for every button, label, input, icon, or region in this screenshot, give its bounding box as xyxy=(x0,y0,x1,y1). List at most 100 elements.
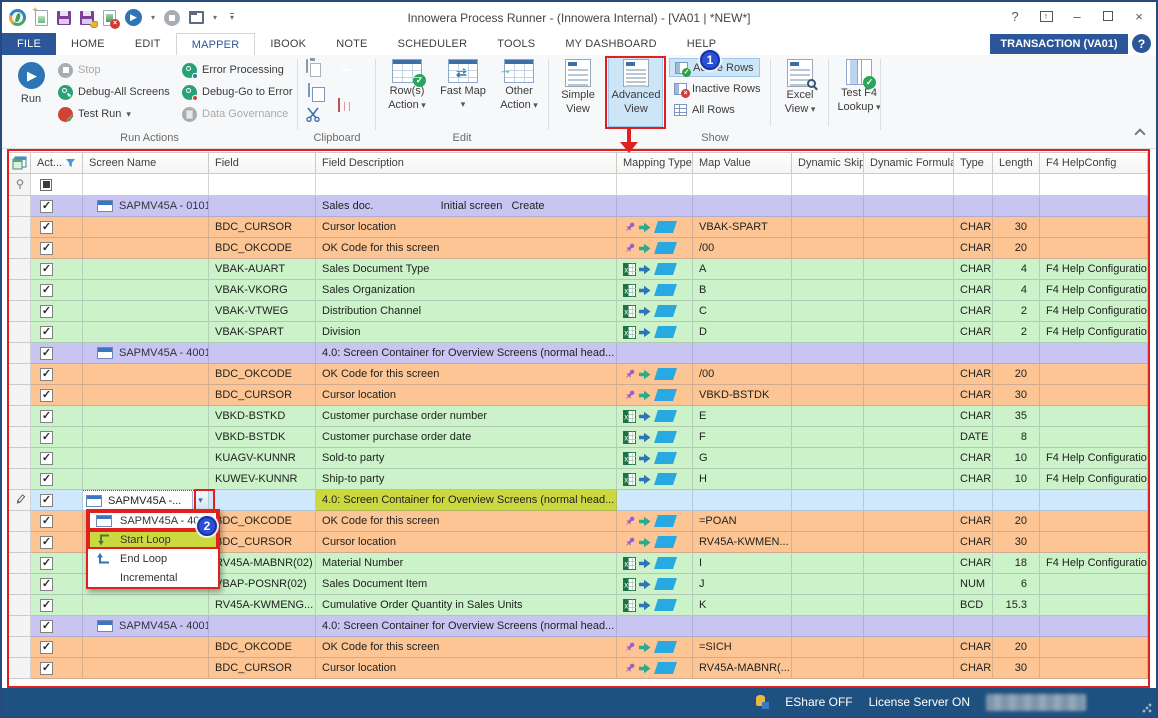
dynamic-formula-cell[interactable] xyxy=(864,574,954,595)
mapping-type-cell[interactable]: x xyxy=(617,364,693,385)
f4-helpconfig-cell[interactable] xyxy=(1040,427,1148,448)
fast-map-caret[interactable]: ▾ xyxy=(461,99,466,109)
dynamic-skip-cell[interactable] xyxy=(792,427,864,448)
active-cell[interactable] xyxy=(31,490,83,511)
screen-name-cell[interactable] xyxy=(83,364,209,385)
dynamic-skip-cell[interactable] xyxy=(792,217,864,238)
dynamic-skip-cell[interactable] xyxy=(792,532,864,553)
f4-helpconfig-cell[interactable] xyxy=(1040,637,1148,658)
field-description-cell[interactable]: Cursor location xyxy=(316,385,617,406)
table-row[interactable]: VBAK-AUART Sales Document Type x A CHAR … xyxy=(8,259,1148,280)
ribbon-tab[interactable]: FILE xyxy=(2,33,56,55)
dynamic-skip-cell[interactable] xyxy=(792,343,864,364)
map-value-cell[interactable]: VBKD-BSTDK xyxy=(693,385,792,406)
map-value-cell[interactable]: RV45A-MABNR(... xyxy=(693,658,792,679)
mapping-type-cell[interactable]: x xyxy=(617,511,693,532)
new-window-caret[interactable]: ▾ xyxy=(213,13,217,22)
table-row[interactable]: VBAK-SPART Division x D CHAR 2 F4 Help C… xyxy=(8,322,1148,343)
dynamic-skip-cell[interactable] xyxy=(792,238,864,259)
map-value-cell[interactable]: =POAN xyxy=(693,511,792,532)
column-header-field-description[interactable]: Field Description xyxy=(316,152,617,174)
table-row[interactable]: KUAGV-KUNNR Sold-to party x G CHAR 10 F4… xyxy=(8,448,1148,469)
active-cell[interactable] xyxy=(31,385,83,406)
rows-action-button[interactable]: ✓ Row(s) Action xyxy=(380,55,434,111)
table-row[interactable]: KUWEV-KUNNR Ship-to party x H CHAR 10 F4… xyxy=(8,469,1148,490)
row-checkbox[interactable] xyxy=(40,515,53,528)
test-run-button[interactable]: ✓ Test Run ▾ xyxy=(58,104,131,124)
map-value-cell[interactable]: /00 xyxy=(693,238,792,259)
table-row[interactable]: BDC_OKCODE OK Code for this screen x =SI… xyxy=(8,637,1148,658)
dynamic-formula-cell[interactable] xyxy=(864,553,954,574)
active-cell[interactable] xyxy=(31,637,83,658)
ribbon-tab[interactable]: IBOOK xyxy=(255,33,321,55)
screen-name-cell[interactable] xyxy=(83,637,209,658)
map-value-cell[interactable]: K xyxy=(693,595,792,616)
run-dropdown-caret[interactable]: ▾ xyxy=(151,13,155,22)
other-action-button[interactable]: → Other Action xyxy=(492,55,546,111)
dynamic-skip-cell[interactable] xyxy=(792,637,864,658)
active-cell[interactable] xyxy=(31,301,83,322)
screen-name-cell[interactable] xyxy=(83,469,209,490)
table-row[interactable]: SAPMV45A - 4001 4.0: Screen Container fo… xyxy=(8,343,1148,364)
map-value-cell[interactable] xyxy=(693,616,792,637)
f4-helpconfig-cell[interactable] xyxy=(1040,595,1148,616)
active-cell[interactable] xyxy=(31,595,83,616)
row-checkbox[interactable] xyxy=(40,557,53,570)
ribbon-tab[interactable]: EDIT xyxy=(120,33,176,55)
active-cell[interactable] xyxy=(31,448,83,469)
mapping-type-cell[interactable]: x xyxy=(617,574,693,595)
simple-view-button[interactable]: Simple View xyxy=(552,55,604,115)
f4-helpconfig-cell[interactable]: F4 Help Configuration xyxy=(1040,259,1148,280)
column-header-dynamic-skip[interactable]: Dynamic Skip xyxy=(792,152,864,174)
save-as-icon[interactable] xyxy=(80,11,94,25)
row-checkbox[interactable] xyxy=(40,326,53,339)
combo-dropdown-button[interactable] xyxy=(192,491,208,510)
screen-name-cell[interactable] xyxy=(83,259,209,280)
field-cell[interactable]: KUWEV-KUNNR xyxy=(209,469,316,490)
screen-name-cell[interactable]: SAPMV45A -... xyxy=(83,490,209,511)
f4-helpconfig-cell[interactable]: F4 Help Configuration xyxy=(1040,322,1148,343)
row-checkbox[interactable] xyxy=(40,284,53,297)
column-header-map-value[interactable]: Map Value xyxy=(693,152,792,174)
field-cell[interactable]: BDC_OKCODE xyxy=(209,364,316,385)
mapping-type-cell[interactable]: x xyxy=(617,469,693,490)
row-checkbox[interactable] xyxy=(40,620,53,633)
map-value-cell[interactable]: VBAK-SPART xyxy=(693,217,792,238)
dynamic-formula-cell[interactable] xyxy=(864,196,954,217)
new-document-icon[interactable] xyxy=(35,10,48,26)
field-description-cell[interactable]: Sales Document Type xyxy=(316,259,617,280)
table-row[interactable]: BDC_OKCODE OK Code for this screen x /00… xyxy=(8,364,1148,385)
f4-helpconfig-cell[interactable] xyxy=(1040,385,1148,406)
filter-checkbox[interactable] xyxy=(40,179,52,191)
dynamic-formula-cell[interactable] xyxy=(864,490,954,511)
row-checkbox[interactable] xyxy=(40,641,53,654)
row-checkbox[interactable] xyxy=(40,662,53,675)
f4-helpconfig-cell[interactable]: F4 Help Configuration xyxy=(1040,301,1148,322)
map-value-cell[interactable]: I xyxy=(693,553,792,574)
dynamic-skip-cell[interactable] xyxy=(792,322,864,343)
field-description-cell[interactable]: Sales Organization xyxy=(316,280,617,301)
ribbon-tab[interactable]: MY DASHBOARD xyxy=(550,33,671,55)
field-cell[interactable]: BDC_CURSOR xyxy=(209,385,316,406)
dynamic-skip-cell[interactable] xyxy=(792,490,864,511)
dynamic-formula-cell[interactable] xyxy=(864,616,954,637)
field-description-cell[interactable]: 4.0: Screen Container for Overview Scree… xyxy=(316,490,617,511)
screen-name-cell[interactable]: SAPMV45A - 4001 xyxy=(83,343,209,364)
test-run-caret[interactable]: ▾ xyxy=(126,109,131,119)
f4-helpconfig-cell[interactable]: F4 Help Configuration xyxy=(1040,469,1148,490)
dynamic-skip-cell[interactable] xyxy=(792,616,864,637)
dynamic-formula-cell[interactable] xyxy=(864,637,954,658)
table-row[interactable]: RV45A-KWMENG... Cumulative Order Quantit… xyxy=(8,595,1148,616)
column-header-field[interactable]: Field xyxy=(209,152,316,174)
save-icon[interactable] xyxy=(57,11,71,25)
f4-helpconfig-cell[interactable] xyxy=(1040,343,1148,364)
active-cell[interactable] xyxy=(31,532,83,553)
run-icon[interactable]: ▶ xyxy=(125,9,142,26)
dynamic-formula-cell[interactable] xyxy=(864,322,954,343)
active-cell[interactable] xyxy=(31,511,83,532)
f4-helpconfig-cell[interactable] xyxy=(1040,217,1148,238)
active-cell[interactable] xyxy=(31,280,83,301)
field-cell[interactable]: VBAK-VKORG xyxy=(209,280,316,301)
column-header-active[interactable]: Act... xyxy=(31,152,83,174)
f4-helpconfig-cell[interactable]: F4 Help Configuration xyxy=(1040,280,1148,301)
